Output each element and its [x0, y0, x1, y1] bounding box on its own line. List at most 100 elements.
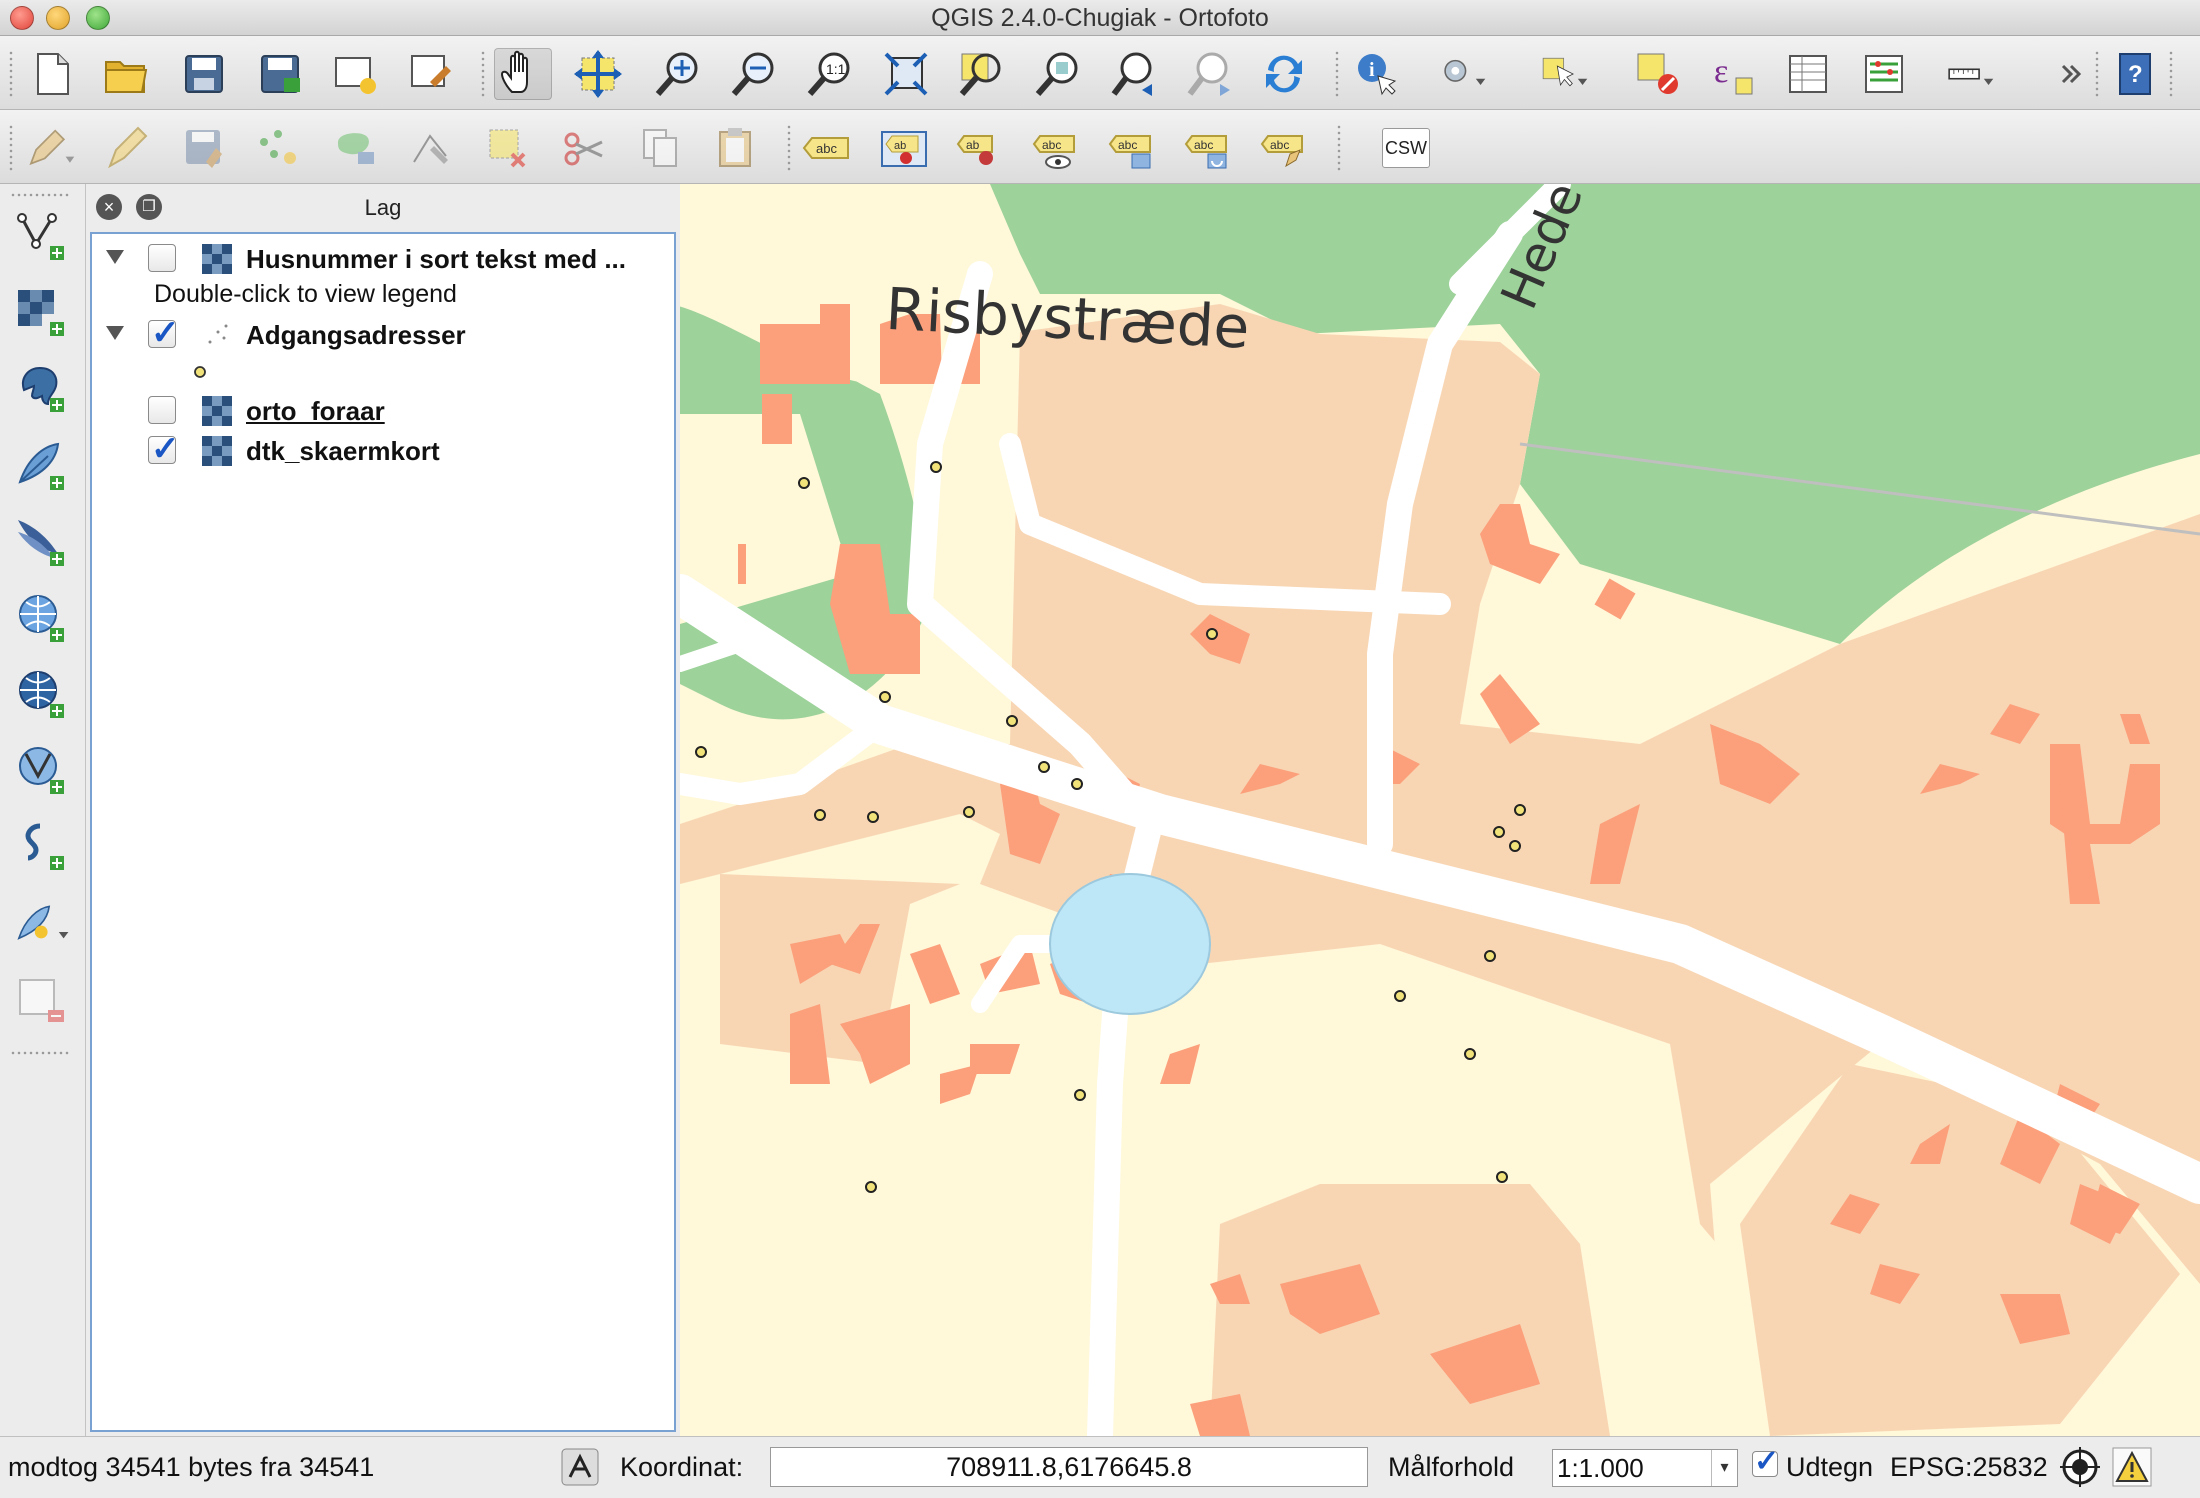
- more-icon[interactable]: [2046, 48, 2082, 100]
- zoom-out-icon[interactable]: [728, 48, 780, 100]
- delete-selected-icon[interactable]: [482, 122, 534, 174]
- add-feature-icon[interactable]: [252, 122, 304, 174]
- add-wfs-layer-icon[interactable]: [14, 742, 70, 798]
- warning-icon[interactable]: [2112, 1447, 2152, 1487]
- toolbar-grip[interactable]: [1334, 50, 1340, 98]
- address-point[interactable]: [1509, 840, 1521, 852]
- address-point[interactable]: [930, 461, 942, 473]
- expand-arrow-icon[interactable]: [106, 326, 124, 340]
- toolbar-grip[interactable]: [10, 192, 70, 198]
- address-point[interactable]: [1074, 1089, 1086, 1101]
- address-point[interactable]: [865, 1181, 877, 1193]
- remove-layer-icon[interactable]: [14, 974, 70, 1030]
- measure-icon[interactable]: [1946, 48, 2012, 100]
- new-project-icon[interactable]: [26, 48, 78, 100]
- toolbar-grip[interactable]: [10, 1050, 70, 1056]
- add-spatialite-layer-icon[interactable]: [14, 438, 70, 494]
- add-delimited-text-icon[interactable]: [14, 818, 70, 874]
- address-point[interactable]: [1496, 1171, 1508, 1183]
- layer-visibility-checkbox[interactable]: ✓: [148, 430, 180, 468]
- save-project-icon[interactable]: [178, 48, 230, 100]
- crs-globe-icon[interactable]: [2060, 1447, 2100, 1487]
- layer-visibility-checkbox[interactable]: [148, 396, 176, 424]
- address-point[interactable]: [1206, 628, 1218, 640]
- pin-labels-icon[interactable]: ab: [878, 122, 930, 174]
- chevron-down-icon[interactable]: ▾: [1711, 1450, 1737, 1486]
- move-feature-icon[interactable]: [330, 122, 382, 174]
- label-icon[interactable]: abc: [800, 122, 852, 174]
- csw-button[interactable]: CSW: [1382, 128, 1430, 168]
- copy-features-icon[interactable]: [634, 122, 686, 174]
- address-point[interactable]: [963, 806, 975, 818]
- add-wms-layer-icon[interactable]: [14, 590, 70, 646]
- add-postgis-layer-icon[interactable]: [14, 360, 70, 416]
- statistics-icon[interactable]: [1858, 48, 1910, 100]
- save-edits-icon[interactable]: [178, 122, 230, 174]
- composer-manager-icon[interactable]: [406, 48, 458, 100]
- address-point[interactable]: [1071, 778, 1083, 790]
- toolbar-grip[interactable]: [2168, 50, 2174, 98]
- address-point[interactable]: [879, 691, 891, 703]
- toolbar-grip[interactable]: [1336, 124, 1342, 172]
- current-edits-icon[interactable]: [24, 122, 84, 174]
- node-tool-icon[interactable]: [406, 122, 458, 174]
- layer-tree[interactable]: Husnummer i sort tekst med ... Double-cl…: [90, 232, 676, 1432]
- expand-arrow-icon[interactable]: [106, 250, 124, 264]
- highlight-pinned-icon[interactable]: ab: [954, 122, 1006, 174]
- toolbar-grip[interactable]: [480, 50, 486, 98]
- layer-row[interactable]: Husnummer i sort tekst med ...: [92, 240, 672, 278]
- open-project-icon[interactable]: [100, 48, 152, 100]
- refresh-icon[interactable]: [1258, 48, 1310, 100]
- identify-icon[interactable]: i: [1350, 48, 1402, 100]
- crs-status[interactable]: EPSG:25832: [1890, 1452, 2048, 1483]
- pan-to-selection-icon[interactable]: [572, 48, 624, 100]
- address-point[interactable]: [695, 746, 707, 758]
- layer-row[interactable]: ✓ dtk_skaermkort: [92, 430, 672, 470]
- cut-features-icon[interactable]: [558, 122, 610, 174]
- rotate-label-icon[interactable]: abc: [1182, 122, 1234, 174]
- address-point[interactable]: [1484, 950, 1496, 962]
- show-hide-labels-icon[interactable]: abc: [1030, 122, 1082, 174]
- address-point[interactable]: [1514, 804, 1526, 816]
- move-label-icon[interactable]: abc: [1106, 122, 1158, 174]
- toolbar-grip[interactable]: [2094, 50, 2100, 98]
- toolbar-grip[interactable]: [8, 50, 14, 98]
- toolbar-grip[interactable]: [8, 124, 14, 172]
- help-icon[interactable]: ?: [2110, 48, 2162, 100]
- add-wcs-layer-icon[interactable]: [14, 666, 70, 722]
- map-canvas[interactable]: Risbystræde Hede: [680, 184, 2200, 1436]
- render-checkbox[interactable]: ✓: [1752, 1445, 1779, 1478]
- add-mssql-layer-icon[interactable]: [14, 514, 70, 570]
- zoom-in-icon[interactable]: [652, 48, 704, 100]
- pan-map-icon[interactable]: [494, 48, 552, 100]
- zoom-last-icon[interactable]: [1108, 48, 1160, 100]
- address-point[interactable]: [1464, 1048, 1476, 1060]
- coordinate-toggle-icon[interactable]: [560, 1447, 600, 1487]
- zoom-next-icon[interactable]: [1184, 48, 1236, 100]
- map-render[interactable]: Risbystræde Hede: [680, 184, 2200, 1436]
- toggle-editing-icon[interactable]: [100, 122, 152, 174]
- zoom-to-layer-icon[interactable]: [1032, 48, 1084, 100]
- change-label-icon[interactable]: abc: [1258, 122, 1310, 174]
- zoom-to-selection-icon[interactable]: [956, 48, 1008, 100]
- layer-visibility-checkbox[interactable]: ✓: [148, 314, 180, 352]
- zoom-full-icon[interactable]: [880, 48, 932, 100]
- attribute-table-icon[interactable]: [1782, 48, 1834, 100]
- action-icon[interactable]: [1438, 48, 1504, 100]
- address-point[interactable]: [814, 809, 826, 821]
- save-as-icon[interactable]: [254, 48, 306, 100]
- coordinate-field[interactable]: 708911.8,6176645.8: [770, 1447, 1368, 1487]
- address-point[interactable]: [1006, 715, 1018, 727]
- deselect-icon[interactable]: [1632, 48, 1684, 100]
- field-calculator-icon[interactable]: ε: [1706, 48, 1758, 100]
- address-point[interactable]: [1394, 990, 1406, 1002]
- add-raster-layer-icon[interactable]: [14, 284, 70, 340]
- address-point[interactable]: [798, 477, 810, 489]
- new-shapefile-icon[interactable]: [14, 896, 84, 952]
- address-point[interactable]: [867, 811, 879, 823]
- new-print-composer-icon[interactable]: [330, 48, 382, 100]
- layer-row[interactable]: ✓ Adgangsadresser: [92, 314, 672, 354]
- paste-features-icon[interactable]: [710, 122, 762, 174]
- layer-visibility-checkbox[interactable]: [148, 244, 176, 272]
- zoom-native-icon[interactable]: 1:1: [804, 48, 856, 100]
